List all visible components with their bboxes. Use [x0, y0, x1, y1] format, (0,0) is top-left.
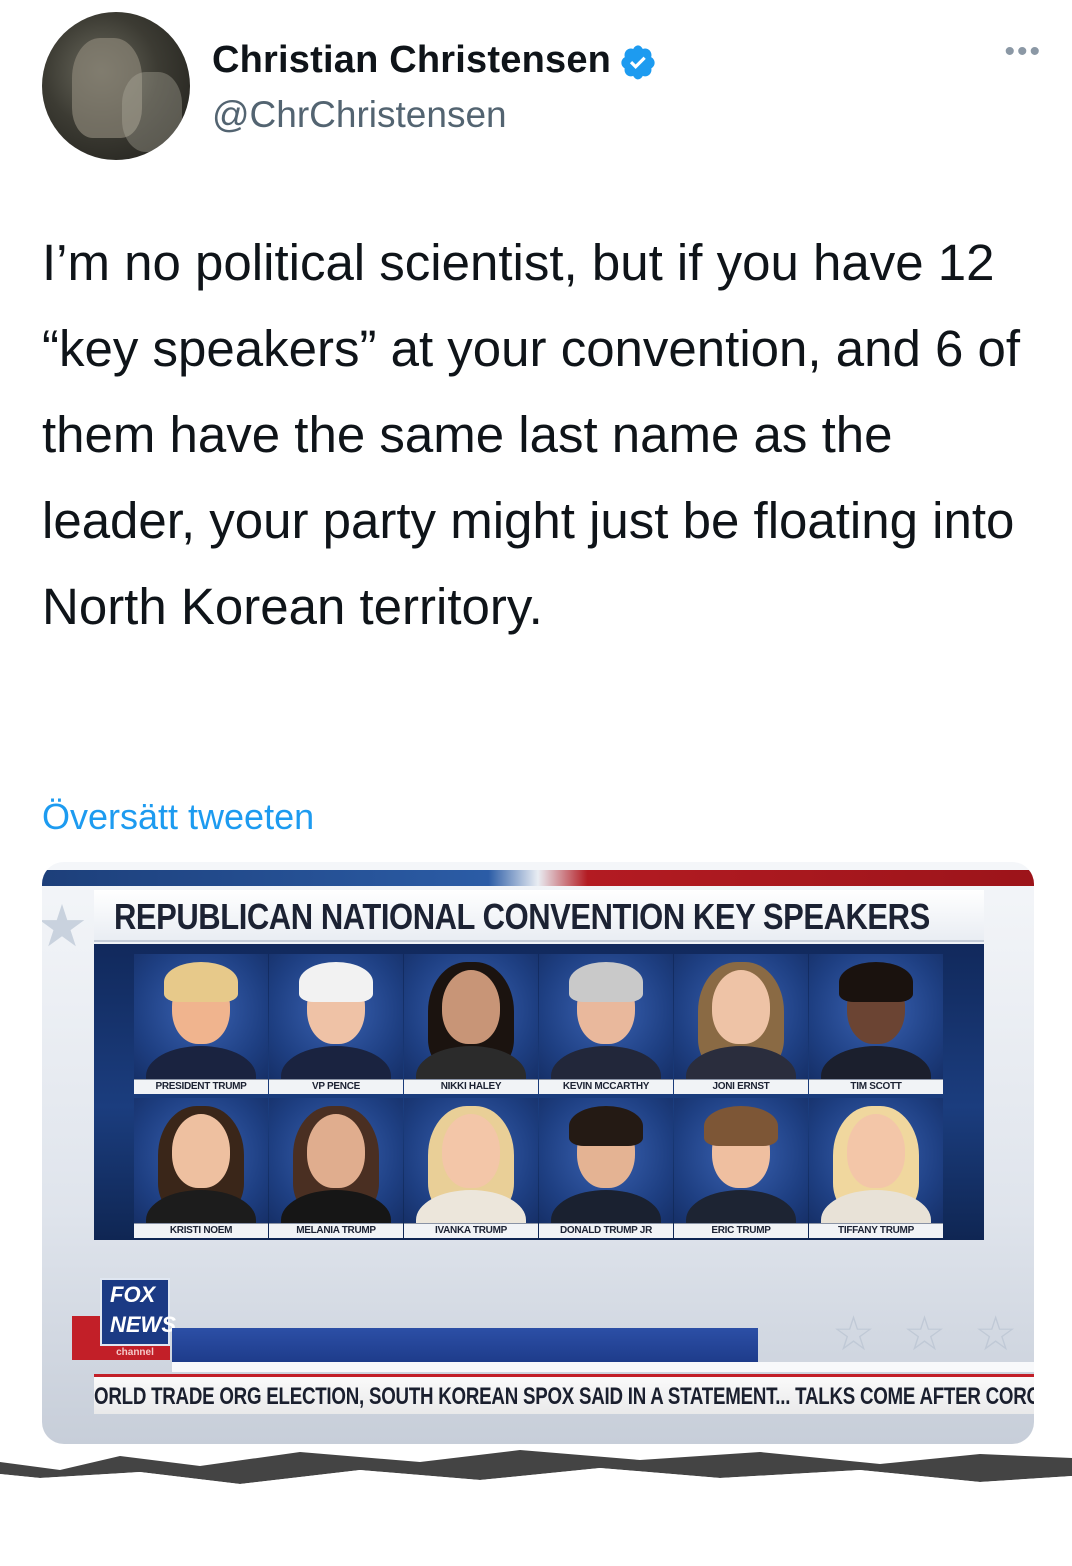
- speaker-portrait: [712, 970, 770, 1044]
- more-dots-icon[interactable]: •••: [1004, 37, 1042, 67]
- logo-news-text: NEWS: [110, 1312, 176, 1337]
- speaker-card: KEVIN MCCARTHY: [539, 954, 673, 1094]
- speaker-card: KRISTI NOEM: [134, 1098, 268, 1238]
- speaker-portrait: [569, 962, 643, 1002]
- speaker-portrait: [299, 962, 373, 1002]
- display-name[interactable]: Christian Christensen: [212, 39, 657, 82]
- speaker-name-label: JONI ERNST: [674, 1079, 808, 1094]
- verified-badge-icon: [621, 45, 655, 80]
- speaker-name-label: TIM SCOTT: [809, 1079, 943, 1094]
- speaker-card: TIM SCOTT: [809, 954, 943, 1094]
- news-ticker: ORLD TRADE ORG ELECTION, SOUTH KOREAN SP…: [94, 1374, 1034, 1414]
- speaker-name-label: PRESIDENT TRUMP: [134, 1079, 268, 1094]
- speaker-card: ERIC TRUMP: [674, 1098, 808, 1238]
- speaker-name-label: IVANKA TRUMP: [404, 1223, 538, 1238]
- translate-tweet-link[interactable]: Översätt tweeten: [42, 796, 314, 838]
- speaker-card: NIKKI HALEY: [404, 954, 538, 1094]
- speaker-portrait: [172, 1114, 230, 1188]
- speaker-card: IVANKA TRUMP: [404, 1098, 538, 1238]
- speaker-name-label: KRISTI NOEM: [134, 1223, 268, 1238]
- speaker-portrait: [839, 962, 913, 1002]
- speaker-portrait: [307, 1114, 365, 1188]
- avatar[interactable]: [42, 12, 190, 160]
- tweet-media-image[interactable]: ★ REPUBLICAN NATIONAL CONVENTION KEY SPE…: [42, 862, 1034, 1444]
- speaker-name-label: DONALD TRUMP JR: [539, 1223, 673, 1238]
- speaker-portrait: [569, 1106, 643, 1146]
- speaker-name-label: TIFFANY TRUMP: [809, 1223, 943, 1238]
- speaker-portrait: [442, 1114, 500, 1188]
- speaker-card: TIFFANY TRUMP: [809, 1098, 943, 1238]
- lower-third-divider: [172, 1362, 1034, 1372]
- speaker-name-label: NIKKI HALEY: [404, 1079, 538, 1094]
- speaker-name-label: MELANIA TRUMP: [269, 1223, 403, 1238]
- fox-news-logo: FOX NEWS channel: [72, 1278, 188, 1368]
- ticker-text: ORLD TRADE ORG ELECTION, SOUTH KOREAN SP…: [94, 1383, 1034, 1410]
- tweet-header: Christian Christensen @ChrChristensen ••…: [42, 12, 1042, 162]
- logo-fox-text: FOX: [110, 1282, 156, 1307]
- torn-edge: [0, 1450, 1072, 1566]
- banner-title: REPUBLICAN NATIONAL CONVENTION KEY SPEAK…: [114, 896, 930, 937]
- speaker-portrait: [164, 962, 238, 1002]
- speaker-portrait: [704, 1106, 778, 1146]
- lower-third-bar: [172, 1328, 758, 1362]
- speaker-portrait: [847, 1114, 905, 1188]
- speaker-name-label: VP PENCE: [269, 1079, 403, 1094]
- speaker-name-label: KEVIN MCCARTHY: [539, 1079, 673, 1094]
- handle[interactable]: @ChrChristensen: [212, 94, 507, 136]
- speaker-card: JONI ERNST: [674, 954, 808, 1094]
- tweet-text: I’m no political scientist, but if you h…: [42, 234, 1021, 635]
- speaker-card: VP PENCE: [269, 954, 403, 1094]
- speakers-panel: PRESIDENT TRUMP VP PENCE NIKKI HALEY KEVIN …: [94, 944, 984, 1240]
- star-icon: ★: [42, 894, 88, 959]
- stars-decoration-icon: ☆☆☆: [832, 1308, 1034, 1361]
- convention-banner: REPUBLICAN NATIONAL CONVENTION KEY SPEAK…: [94, 890, 984, 942]
- speakers-grid: PRESIDENT TRUMP VP PENCE NIKKI HALEY KEVIN …: [134, 954, 944, 1240]
- speaker-name-label: ERIC TRUMP: [674, 1223, 808, 1238]
- display-name-text[interactable]: Christian Christensen: [212, 39, 611, 81]
- speaker-portrait: [442, 970, 500, 1044]
- logo-channel-text: channel: [100, 1346, 170, 1360]
- speaker-card: DONALD TRUMP JR: [539, 1098, 673, 1238]
- speaker-card: MELANIA TRUMP: [269, 1098, 403, 1238]
- speaker-card: PRESIDENT TRUMP: [134, 954, 268, 1094]
- banner-stripe: [42, 870, 1034, 886]
